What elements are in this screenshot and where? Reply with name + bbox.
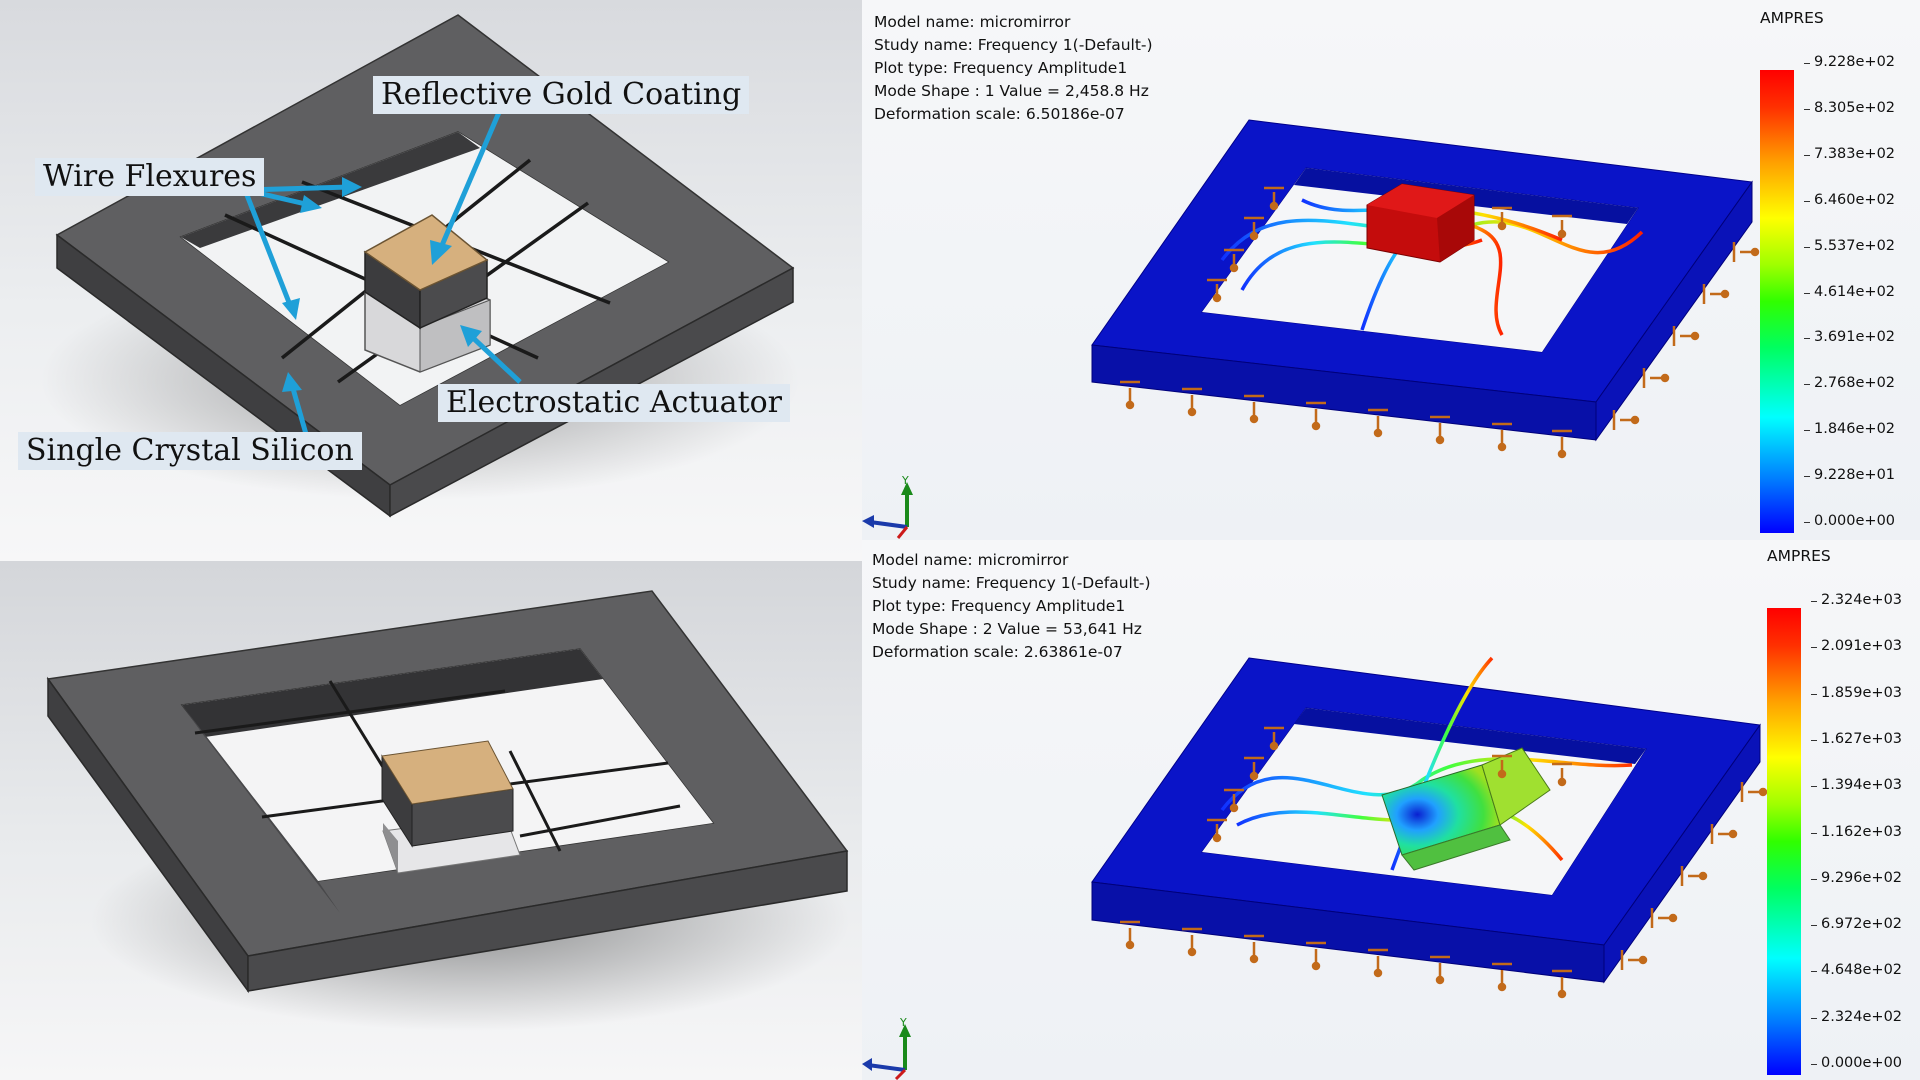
legend-tick-label: 5.537e+02 (1803, 237, 1896, 254)
cad-model-drawing-2 (46, 590, 850, 1031)
legend-tick-label: 7.383e+02 (1803, 145, 1896, 162)
callout-electrostatic-actuator: Electrostatic Actuator (438, 384, 791, 422)
legend-title-mode-2: AMPRES (1767, 547, 1831, 565)
legend-tick-label: 2.324e+03 (1810, 592, 1903, 608)
legend-tick-label: 1.859e+03 (1810, 684, 1903, 701)
legend-tick-label: 2.768e+02 (1803, 375, 1896, 392)
triad-axis-icon: Y (862, 474, 913, 539)
legend-tick-label: 8.305e+02 (1803, 99, 1896, 116)
legend-tick-label: 4.614e+02 (1803, 283, 1896, 300)
legend-tick-label: 6.972e+02 (1810, 916, 1903, 933)
fea-mode-2-plot: Y (862, 656, 1768, 1080)
legend-tick-label: 9.228e+02 (1803, 54, 1896, 70)
cad-model-view-panel (0, 561, 862, 1080)
legend-tick-label: 1.846e+02 (1803, 421, 1896, 438)
legend-tick-label: 9.296e+02 (1810, 869, 1903, 886)
triad-y-label: Y (901, 474, 909, 487)
fea-mode-1-panel: Model name: micromirror Study name: Freq… (862, 0, 1920, 540)
color-legend-bar-mode-1 (1760, 70, 1794, 533)
legend-tick-label: 1.394e+03 (1810, 777, 1903, 794)
legend-tick-label: 3.691e+02 (1803, 329, 1896, 346)
triad-y-label-2: Y (899, 1016, 907, 1029)
legend-tick-label: 9.228e+01 (1803, 467, 1896, 484)
callout-single-crystal-silicon: Single Crystal Silicon (18, 432, 362, 470)
labeled-cad-panel: Reflective Gold Coating Wire Flexures El… (0, 0, 862, 561)
color-legend-bar-mode-2 (1767, 608, 1801, 1075)
legend-tick-label: 6.460e+02 (1803, 191, 1896, 208)
callout-reflective-gold-coating: Reflective Gold Coating (373, 76, 750, 114)
legend-tick-label: 2.324e+02 (1810, 1008, 1903, 1025)
legend-tick-label: 1.627e+03 (1810, 730, 1903, 747)
legend-tick-label: 2.091e+03 (1810, 638, 1903, 655)
legend-tick-label: 0.000e+00 (1803, 513, 1896, 529)
triad-axis-icon: Y (862, 1016, 911, 1080)
fea-mode-2-panel: Model name: micromirror Study name: Freq… (862, 540, 1920, 1080)
legend-tick-label: 4.648e+02 (1810, 962, 1903, 979)
legend-tick-label: 1.162e+03 (1810, 823, 1903, 840)
callout-wire-flexures: Wire Flexures (35, 158, 265, 196)
legend-tick-label: 0.000e+00 (1810, 1055, 1903, 1071)
legend-title-mode-1: AMPRES (1760, 9, 1824, 27)
